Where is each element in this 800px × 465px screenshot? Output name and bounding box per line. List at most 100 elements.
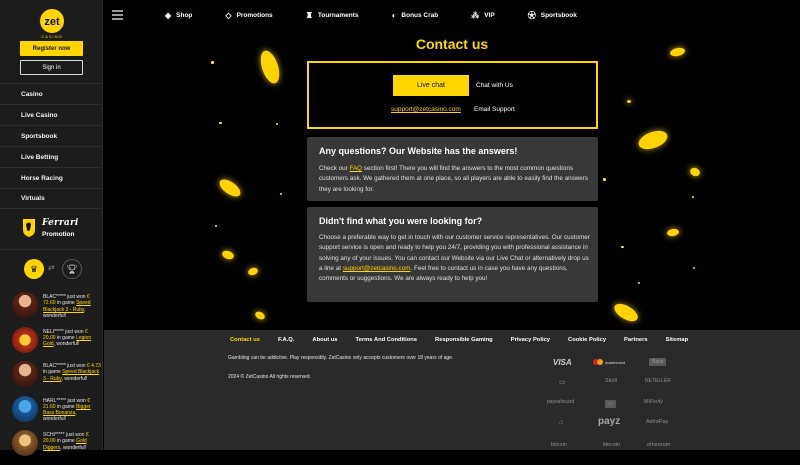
winner-name: BLAC***** [43, 294, 66, 300]
list-item[interactable]: BLAC***** just won € 4.73 in game Speed … [12, 361, 102, 395]
sidebar-item-sportsbook[interactable]: Sportsbook [0, 125, 102, 146]
win-suffix: wonderful! [43, 312, 67, 319]
win-suffix: wonderful! [43, 416, 67, 423]
skrill-logo: Skrill [605, 378, 617, 384]
win-amount: € 4.73 [86, 363, 101, 369]
footer-link-about-us[interactable]: About us [312, 337, 337, 343]
nav-label: VIP [484, 11, 495, 19]
contact-options-box: Live chat Chat with Us support@zetcasino… [307, 61, 598, 129]
list-item[interactable]: NELI***** just won € 20.00 in game Legio… [12, 326, 102, 361]
nav-label: Shop [176, 11, 193, 19]
astropay-logo: AstroPay [646, 419, 669, 425]
paysafecard-logo: paysafecard [547, 399, 575, 405]
bank-logo: Bank [649, 358, 667, 366]
game-thumbnail [12, 326, 38, 353]
nav-label: Bonus Crab [401, 11, 439, 19]
footer-link-faq[interactable]: F.A.Q. [278, 337, 294, 343]
casino-mode-icon[interactable]: ♛ [24, 259, 44, 279]
nav-shop[interactable]: ◈ Shop [165, 8, 192, 22]
sidebar-item-live-betting[interactable]: Live Betting [0, 146, 102, 167]
winner-name: BLAC***** [43, 363, 66, 369]
nav-tournaments[interactable]: ♜ Tournaments [306, 8, 359, 22]
visa-logo: VISA [553, 358, 572, 367]
bitcoin-logo: bitcoin [551, 442, 567, 448]
faq-card-text: Check our FAQ section first! There you w… [319, 164, 591, 195]
sidebar-item-horse-racing[interactable]: Horse Racing [0, 167, 102, 188]
football-icon: ⚽︎ [527, 10, 536, 20]
promotion-label: Promotion [42, 231, 75, 238]
support-email-inline-link[interactable]: support@zetcasino.com [343, 265, 411, 272]
wallet-icon: ▭ [605, 400, 616, 408]
winner-name: SCHI***** [43, 432, 65, 438]
list-item[interactable]: HARL***** just won € 21.60 in game Bigge… [12, 395, 102, 430]
win-suffix: wonderful! [64, 375, 88, 382]
footer-link-responsible-gaming[interactable]: Responsible Gaming [435, 337, 493, 343]
game-thumbnail [12, 430, 38, 456]
register-button[interactable]: Register now [20, 41, 83, 56]
footer-link-terms[interactable]: Terms And Conditions [356, 337, 418, 343]
list-item[interactable]: SCHI***** just won € 20.00 in game Gold … [12, 430, 102, 464]
sidebar-item-casino[interactable]: Casino [0, 83, 102, 104]
ferrari-promotion-banner[interactable]: Ferrari Promotion [0, 212, 102, 250]
live-chat-button[interactable]: Live chat [393, 75, 469, 96]
nav-promotions[interactable]: ◇ Promotions [225, 8, 272, 22]
faq-card: Any questions? Our Website has the answe… [307, 137, 598, 201]
nav-label: Sportsbook [540, 11, 577, 19]
vip-icon: ⁂ [471, 10, 480, 20]
swap-icon: ⇄ [48, 263, 55, 272]
bank-transfer-icon: ⌂ [559, 419, 564, 426]
win-verb: just won [65, 328, 84, 335]
payz-logo: payz [598, 416, 621, 427]
nav-label: Tournaments [317, 11, 359, 19]
help-card-text: Choose a preferable way to get in touch … [319, 233, 591, 284]
win-suffix: wonderful! [56, 341, 80, 348]
nav-sportsbook[interactable]: ⚽︎ Sportsbook [528, 8, 577, 22]
email-support-label: Email Support [474, 106, 515, 113]
trophy-icon: ♜ [305, 10, 313, 20]
game-thumbnail [12, 292, 38, 318]
footer-link-partners[interactable]: Partners [624, 337, 648, 343]
mastercard-text: mastercard [605, 359, 626, 365]
support-email-link[interactable]: support@zetcasino.com [391, 106, 461, 113]
mastercard-logo: mastercard [593, 359, 625, 365]
gambling-disclaimer: Gambling can be addictive. Play responsi… [228, 355, 454, 361]
faq-text-pre: Check our [319, 165, 350, 172]
win-verb: just won [66, 432, 85, 438]
diamond-icon: ◇ [225, 10, 232, 20]
game-thumbnail [12, 395, 38, 422]
help-card-heading: Didn't find what you were looking for? [319, 216, 483, 226]
ferrari-shield-icon [23, 219, 35, 237]
footer-link-contact-us[interactable]: Contact us [230, 337, 260, 343]
menu-icon[interactable] [112, 10, 123, 20]
footer-link-cookie-policy[interactable]: Cookie Policy [568, 337, 606, 343]
sidebar-nav: Casino Live Casino Sportsbook Live Betti… [0, 83, 102, 209]
faq-card-heading: Any questions? Our Website has the answe… [319, 146, 518, 156]
mifinity-logo: MiFinity [644, 399, 663, 405]
ferrari-wordmark: Ferrari [42, 218, 79, 228]
chat-with-us-label: Chat with Us [476, 82, 513, 89]
nav-label: Promotions [236, 11, 273, 19]
winner-name: HARL***** [43, 397, 67, 404]
win-verb: just won [67, 294, 86, 300]
ethereum-logo: ethereum [647, 442, 671, 448]
footer-link-privacy-policy[interactable]: Privacy Policy [511, 337, 550, 343]
card-icon: ▭ [559, 379, 566, 386]
game-thumbnail [12, 361, 38, 387]
sidebar-item-virtuals[interactable]: Virtuals [0, 188, 102, 209]
footer-link-sitemap[interactable]: Sitemap [666, 337, 689, 343]
crab-icon: ◐ [391, 10, 397, 20]
footer-links: Contact us F.A.Q. About us Terms And Con… [230, 337, 706, 343]
faq-link[interactable]: FAQ [349, 165, 362, 172]
footer: Contact us F.A.Q. About us Terms And Con… [104, 330, 800, 450]
sign-in-button[interactable]: Sign in [20, 60, 83, 75]
neteller-logo: NETELLER [645, 378, 671, 384]
trophy-mode-icon[interactable]: 🏆︎ [62, 259, 82, 279]
svg-text:zet: zet [44, 16, 60, 28]
sidebar-item-live-casino[interactable]: Live Casino [0, 104, 102, 125]
nav-vip[interactable]: ⁂ VIP [471, 8, 494, 22]
mode-toggle: ♛ ⇄ 🏆︎ [24, 259, 84, 281]
zet-casino-logo[interactable]: zet CASINO [33, 8, 71, 40]
list-item[interactable]: BLAC***** just won € 72.60 in game Speed… [12, 292, 102, 326]
top-nav: ◈ Shop ◇ Promotions ♜ Tournaments ◐ Bonus Cr… [165, 8, 610, 22]
nav-bonus-crab[interactable]: ◐ Bonus Crab [392, 8, 439, 22]
